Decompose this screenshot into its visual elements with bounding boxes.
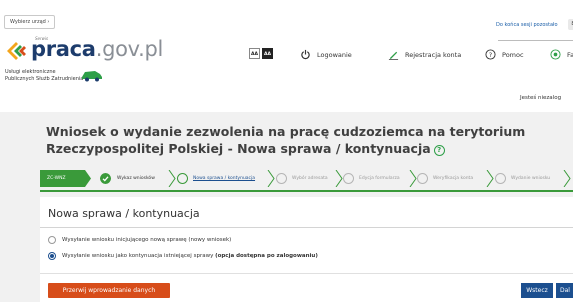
help-question-icon[interactable]: ? bbox=[433, 145, 445, 156]
chevron-right-icon: › bbox=[47, 19, 50, 25]
panel-title: Nowa sprawa / kontynuacja bbox=[48, 207, 200, 220]
stop-entry-button[interactable]: Przerwij wprowadzanie danych bbox=[48, 283, 170, 298]
checkmark-icon bbox=[100, 173, 111, 184]
power-icon bbox=[301, 49, 310, 60]
circle-icon bbox=[550, 49, 561, 60]
step-circle-icon bbox=[495, 173, 506, 184]
back-button[interactable]: Wstecz bbox=[521, 283, 553, 298]
pencil-icon bbox=[388, 51, 399, 60]
step-circle-icon bbox=[177, 173, 188, 184]
register-link[interactable]: Rejestracja konta bbox=[388, 49, 461, 60]
page-title: Wniosek o wydanie zezwolenia na pracę cu… bbox=[46, 124, 526, 156]
next-button[interactable]: Dal bbox=[556, 283, 573, 298]
fourth-nav-link[interactable]: Fa bbox=[550, 49, 573, 60]
svg-text:?: ? bbox=[489, 51, 492, 59]
divider bbox=[498, 40, 573, 41]
question-icon: ? bbox=[485, 49, 496, 60]
session-timer-badge: 8 bbox=[568, 19, 573, 30]
step-circle-icon bbox=[417, 173, 428, 184]
radio-unchecked-icon bbox=[48, 236, 56, 244]
step-circle-icon bbox=[343, 173, 354, 184]
continuation-radio[interactable]: Wysyłanie wniosku jako kontynuacja istni… bbox=[48, 252, 318, 260]
chevron-right-icon bbox=[85, 170, 91, 187]
steps-underline bbox=[40, 190, 573, 192]
chevron-right-icon bbox=[563, 170, 571, 187]
session-timer-text: Do końca sesji pozostało bbox=[496, 22, 558, 28]
divider bbox=[40, 273, 573, 274]
step-circle-icon bbox=[276, 173, 287, 184]
radio-checked-icon bbox=[48, 252, 56, 260]
user-greeting: Jesteś niezalog bbox=[520, 95, 562, 101]
step-issue-application: Wydanie wniosku bbox=[494, 170, 566, 187]
step-recipient: Wybór adresata bbox=[275, 170, 343, 187]
step-applications-list[interactable]: Wykaz wniosków bbox=[95, 170, 175, 187]
new-case-radio[interactable]: Wysyłanie wniosku inicjującego nową spra… bbox=[48, 236, 231, 244]
step-form-edit: Edycja formularza bbox=[342, 170, 414, 187]
step-code: ZC-WNZ bbox=[40, 170, 85, 187]
logo-wordmark: praca.gov.pl bbox=[31, 37, 164, 61]
logo-subtitle: Usługi elektroniczne Publicznych Służb Z… bbox=[5, 69, 84, 82]
logo-mark-icon bbox=[7, 42, 26, 60]
font-size-normal-button[interactable]: AA bbox=[249, 48, 260, 59]
login-link[interactable]: Logowanie bbox=[300, 49, 352, 60]
step-account-verification: Weryfikacja konta bbox=[416, 170, 491, 187]
help-link[interactable]: ? Pomoc bbox=[485, 49, 524, 60]
high-contrast-button[interactable]: AA bbox=[262, 48, 273, 59]
progress-steps: ZC-WNZ Wykaz wniosków Nowa sprawa / kont… bbox=[40, 170, 573, 187]
car-icon bbox=[82, 71, 102, 82]
divider bbox=[40, 227, 573, 228]
site-logo[interactable]: Serwis praca.gov.pl Usługi elektroniczne… bbox=[5, 36, 175, 104]
office-select-button[interactable]: Wybierz urząd › bbox=[4, 15, 56, 29]
